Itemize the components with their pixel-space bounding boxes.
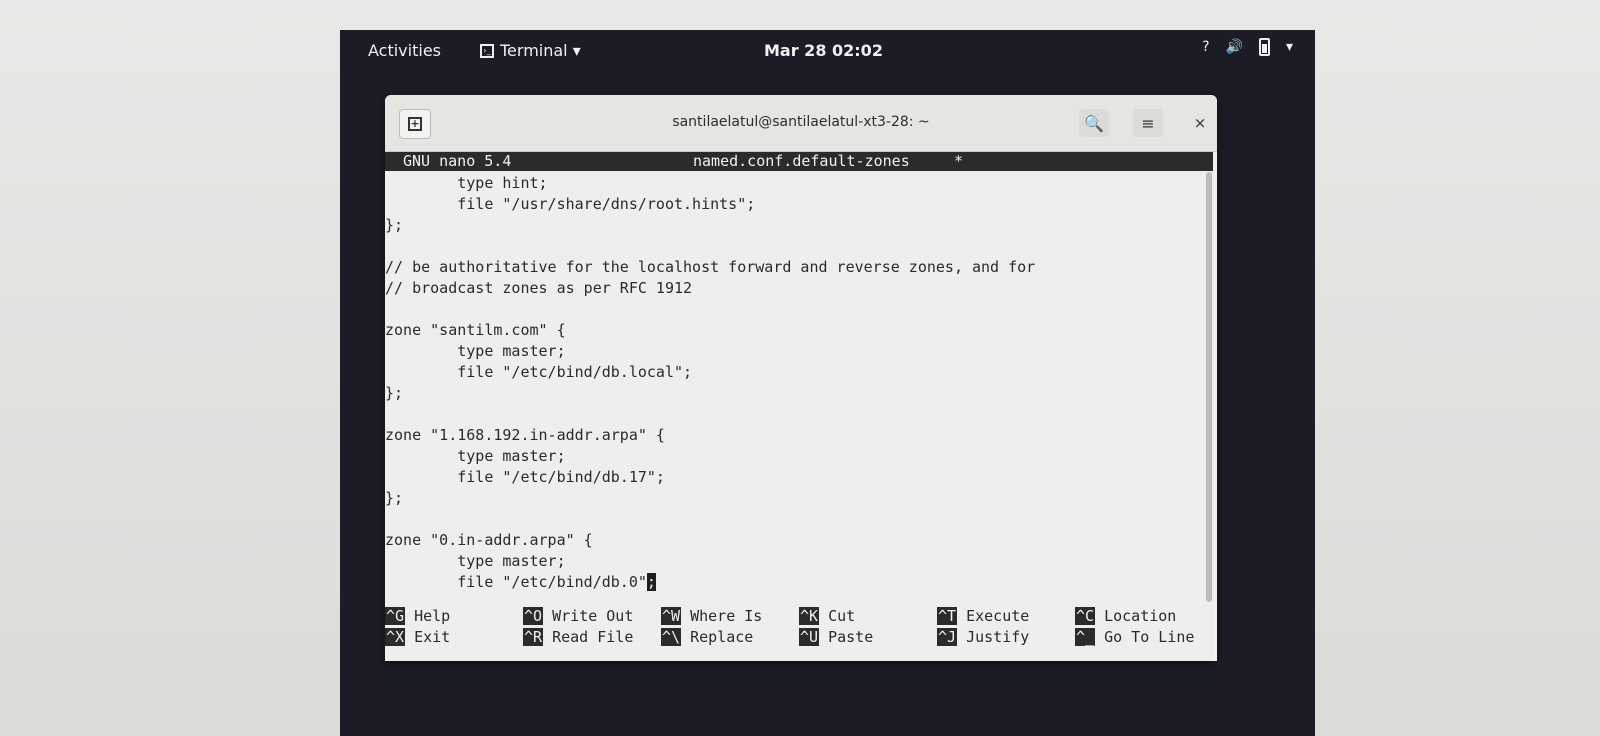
window-header-bar: + santilaelatul@santilaelatul-xt3-28: ~ … — [385, 95, 1217, 152]
activities-button[interactable]: Activities — [368, 41, 441, 60]
search-button[interactable]: 🔍 — [1079, 109, 1109, 137]
shortcut-paste[interactable]: ^U Paste — [799, 627, 873, 648]
shortcut-row: ^G Help ^O Write Out ^W Where Is ^K Cut … — [385, 606, 1213, 627]
close-button[interactable]: × — [1185, 109, 1215, 137]
nano-title-bar: GNU nano 5.4 named.conf.default-zones * — [385, 152, 1213, 171]
shortcut-exit[interactable]: ^X Exit — [385, 627, 450, 648]
shortcut-location[interactable]: ^C Location — [1075, 606, 1176, 627]
editor-line: file "/etc/bind/db.local"; — [385, 363, 693, 381]
shortcut-row: ^X Exit ^R Read File ^\ Replace ^U Paste… — [385, 627, 1213, 648]
battery-icon[interactable] — [1258, 38, 1270, 56]
text-cursor: ; — [646, 573, 656, 591]
shortcut-help[interactable]: ^G Help — [385, 606, 450, 627]
volume-icon[interactable]: 🔊 — [1226, 39, 1243, 55]
shortcut-justify[interactable]: ^J Justify — [937, 627, 1029, 648]
editor-line-current: file "/etc/bind/db.0"; — [385, 572, 1213, 593]
editor-line: }; — [385, 384, 404, 402]
terminal-content[interactable]: GNU nano 5.4 named.conf.default-zones * … — [385, 152, 1215, 661]
shortcut-read-file[interactable]: ^R Read File — [523, 627, 633, 648]
editor-line-text: file "/etc/bind/db.0" — [385, 573, 647, 591]
app-menu-label: Terminal ▾ — [500, 41, 581, 60]
top-bar: Activities ›_ Terminal ▾ Mar 28 02:02 ? … — [340, 30, 1315, 70]
app-menu[interactable]: ›_ Terminal ▾ — [480, 41, 581, 60]
modified-indicator: * — [954, 152, 964, 170]
editor-line: type master; — [385, 447, 566, 465]
editor-line: type master; — [385, 552, 566, 570]
editor-line: zone "santilm.com" { — [385, 321, 566, 339]
editor-line: type master; — [385, 342, 566, 360]
editor-line: file "/usr/share/dns/root.hints"; — [385, 195, 756, 213]
close-icon: × — [1193, 114, 1207, 132]
editor-line: // broadcast zones as per RFC 1912 — [385, 279, 693, 297]
system-tray[interactable]: ? 🔊 ▾ — [1202, 38, 1293, 56]
nano-shortcut-bar: ^G Help ^O Write Out ^W Where Is ^K Cut … — [385, 606, 1213, 648]
editor-line: }; — [385, 489, 404, 507]
editor-line: zone "0.in-addr.arpa" { — [385, 531, 593, 549]
editor-line: file "/etc/bind/db.17"; — [385, 468, 665, 486]
shortcut-go-to-line[interactable]: ^_ Go To Line — [1075, 627, 1194, 648]
hamburger-menu-icon: ≡ — [1141, 113, 1155, 133]
screen: Activities ›_ Terminal ▾ Mar 28 02:02 ? … — [340, 30, 1315, 736]
editor-line: // be authoritative for the localhost fo… — [385, 258, 1036, 276]
shortcut-where-is[interactable]: ^W Where Is — [661, 606, 762, 627]
shortcut-replace[interactable]: ^\ Replace — [661, 627, 753, 648]
menu-button[interactable]: ≡ — [1133, 109, 1163, 137]
editor-line: type hint; — [385, 174, 548, 192]
scrollbar[interactable] — [1206, 172, 1212, 602]
system-menu-arrow-icon[interactable]: ▾ — [1286, 39, 1293, 55]
shortcut-cut[interactable]: ^K Cut — [799, 606, 855, 627]
shortcut-execute[interactable]: ^T Execute — [937, 606, 1029, 627]
nano-version: GNU nano 5.4 — [403, 152, 512, 170]
help-icon[interactable]: ? — [1202, 39, 1209, 55]
editor-line: }; — [385, 216, 404, 234]
terminal-icon: ›_ — [480, 43, 494, 58]
editor-text-area[interactable]: type hint; file "/usr/share/dns/root.hin… — [385, 173, 1213, 593]
clock[interactable]: Mar 28 02:02 — [764, 41, 883, 60]
terminal-window: + santilaelatul@santilaelatul-xt3-28: ~ … — [385, 95, 1217, 661]
editor-line: zone "1.168.192.in-addr.arpa" { — [385, 426, 665, 444]
nano-filename: named.conf.default-zones — [693, 152, 910, 170]
search-icon: 🔍 — [1084, 113, 1104, 133]
shortcut-write-out[interactable]: ^O Write Out — [523, 606, 633, 627]
